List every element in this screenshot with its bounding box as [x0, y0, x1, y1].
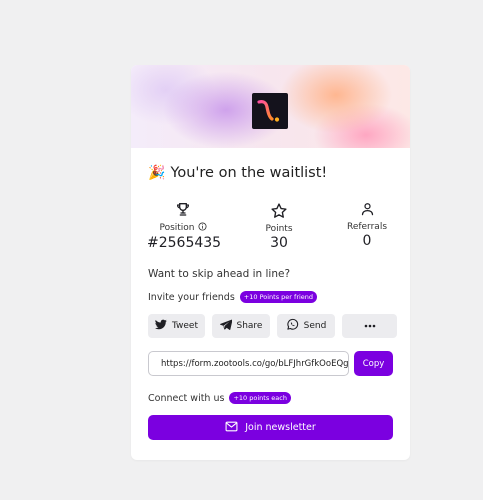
twitter-icon	[155, 319, 167, 333]
logo-icon	[257, 100, 280, 122]
stat-position-label-row: Position	[145, 222, 221, 234]
send-icon	[219, 319, 232, 333]
party-popper-icon: 🎉	[148, 165, 166, 181]
title-text: You're on the waitlist!	[170, 165, 328, 181]
share-button[interactable]: Share	[212, 314, 270, 338]
join-newsletter-label: Join newsletter	[245, 422, 316, 433]
points-per-friend-badge: +10 Points per friend	[239, 291, 318, 303]
invite-friends-row: Invite your friends +10 Points per frien…	[148, 291, 318, 303]
referral-link-row: https://form.zootools.co/go/bLFJhrGfkOoE…	[148, 351, 393, 376]
share-buttons: Tweet Share Send	[148, 314, 397, 338]
star-icon	[241, 202, 317, 222]
stat-points-value: 30	[270, 235, 288, 251]
send-label: Send	[303, 321, 327, 331]
skip-ahead-prompt: Want to skip ahead in line?	[148, 268, 291, 280]
waitlist-card: 🎉 You're on the waitlist! Position #2565…	[131, 65, 410, 460]
stat-position-value: #2565435	[147, 235, 222, 251]
whatsapp-icon	[286, 318, 299, 334]
page-title: 🎉 You're on the waitlist!	[148, 165, 327, 181]
stat-referrals: Referrals 0	[328, 201, 406, 249]
stat-position-label: Position	[159, 223, 195, 233]
points-each-badge: +10 points each	[229, 392, 291, 404]
hero-banner	[131, 65, 410, 148]
stat-points-label: Points	[265, 224, 293, 234]
trophy-icon	[145, 201, 221, 221]
stat-referrals-label: Referrals	[346, 222, 388, 232]
join-newsletter-button[interactable]: Join newsletter	[148, 415, 393, 440]
invite-friends-label: Invite your friends	[148, 291, 235, 303]
more-icon	[364, 321, 376, 331]
connect-label: Connect with us	[148, 392, 225, 404]
whatsapp-send-button[interactable]: Send	[277, 314, 335, 338]
info-icon[interactable]	[198, 222, 207, 234]
stat-referrals-value: 0	[362, 233, 372, 249]
mail-icon	[225, 421, 238, 435]
tweet-label: Tweet	[172, 321, 198, 331]
brand-logo	[252, 93, 288, 129]
user-icon	[328, 201, 406, 221]
tweet-button[interactable]: Tweet	[148, 314, 205, 338]
copy-button[interactable]: Copy	[354, 351, 393, 376]
referral-url-field[interactable]: https://form.zootools.co/go/bLFJhrGfkOoE…	[148, 351, 349, 376]
stat-position: Position #2565435	[145, 201, 221, 251]
share-label: Share	[236, 321, 263, 331]
more-options-button[interactable]	[342, 314, 397, 338]
connect-row: Connect with us +10 points each	[148, 392, 291, 404]
stat-points: Points 30	[241, 202, 317, 251]
